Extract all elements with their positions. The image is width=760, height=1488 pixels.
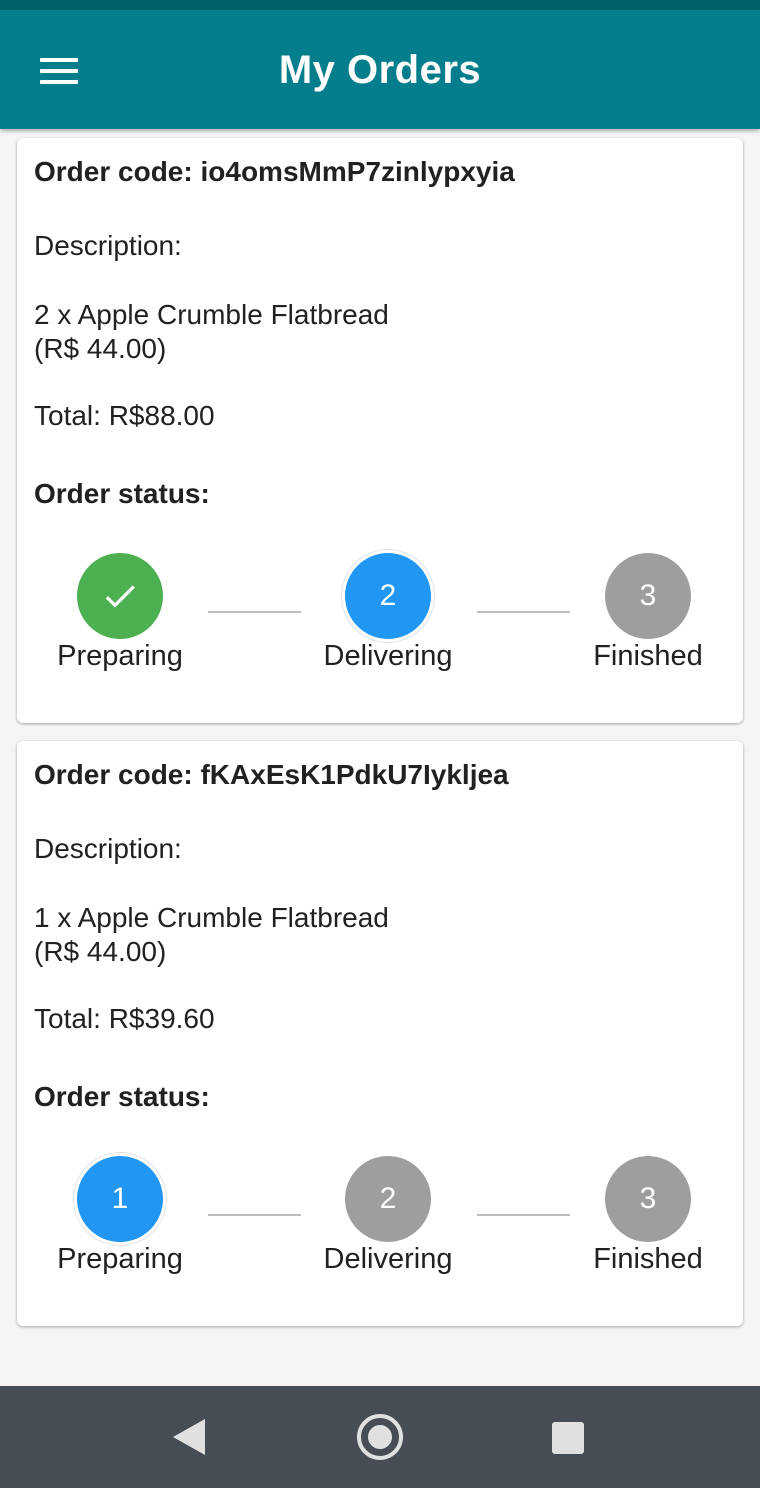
step-number-badge: 2 (345, 553, 431, 639)
step-preparing: Preparing (45, 553, 195, 673)
page-title: My Orders (278, 48, 482, 92)
step-connector (477, 1214, 570, 1216)
order-item-line: 2 x Apple Crumble Flatbread (34, 299, 389, 330)
home-circle-icon[interactable] (357, 1414, 403, 1460)
system-nav-bar (0, 1386, 760, 1488)
order-item-price: (R$ 44.00) (34, 936, 167, 967)
step-number-badge: 3 (605, 553, 691, 639)
check-icon (77, 553, 163, 639)
step-label: Preparing (57, 1243, 183, 1275)
order-item: 1 x Apple Crumble Flatbread (R$ 44.00) (34, 901, 389, 969)
step-label: Delivering (323, 1243, 453, 1275)
order-status-label: Order status: (34, 478, 210, 509)
description-label: Description: (34, 833, 182, 864)
step-connector (477, 611, 570, 613)
step-label: Finished (593, 640, 703, 672)
step-label: Preparing (57, 640, 183, 672)
order-card: Order code: io4omsMmP7zinlypxyia Descrip… (17, 138, 743, 723)
order-item-line: 1 x Apple Crumble Flatbread (34, 902, 389, 933)
order-card: Order code: fKAxEsK1PdkU7Iykljea Descrip… (17, 741, 743, 1326)
order-status-label: Order status: (34, 1081, 210, 1112)
step-finished: 3 Finished (573, 1156, 723, 1276)
step-delivering: 2 Delivering (313, 1156, 463, 1276)
order-item: 2 x Apple Crumble Flatbread (R$ 44.00) (34, 298, 389, 366)
status-bar (0, 0, 760, 10)
step-label: Delivering (323, 640, 453, 672)
back-triangle-icon[interactable] (173, 1419, 205, 1455)
app-bar: My Orders (0, 10, 760, 129)
step-number-badge: 1 (77, 1156, 163, 1242)
order-code: Order code: io4omsMmP7zinlypxyia (34, 156, 515, 187)
order-item-price: (R$ 44.00) (34, 333, 167, 364)
step-preparing: 1 Preparing (45, 1156, 195, 1276)
step-finished: 3 Finished (573, 553, 723, 673)
step-number-badge: 3 (605, 1156, 691, 1242)
order-total: Total: R$39.60 (34, 1003, 215, 1034)
step-connector (208, 611, 301, 613)
order-total: Total: R$88.00 (34, 400, 215, 431)
order-code: Order code: fKAxEsK1PdkU7Iykljea (34, 759, 509, 790)
step-delivering: 2 Delivering (313, 553, 463, 673)
step-connector (208, 1214, 301, 1216)
step-label: Finished (593, 1243, 703, 1275)
description-label: Description: (34, 230, 182, 261)
recent-square-icon[interactable] (552, 1422, 584, 1454)
step-number-badge: 2 (345, 1156, 431, 1242)
